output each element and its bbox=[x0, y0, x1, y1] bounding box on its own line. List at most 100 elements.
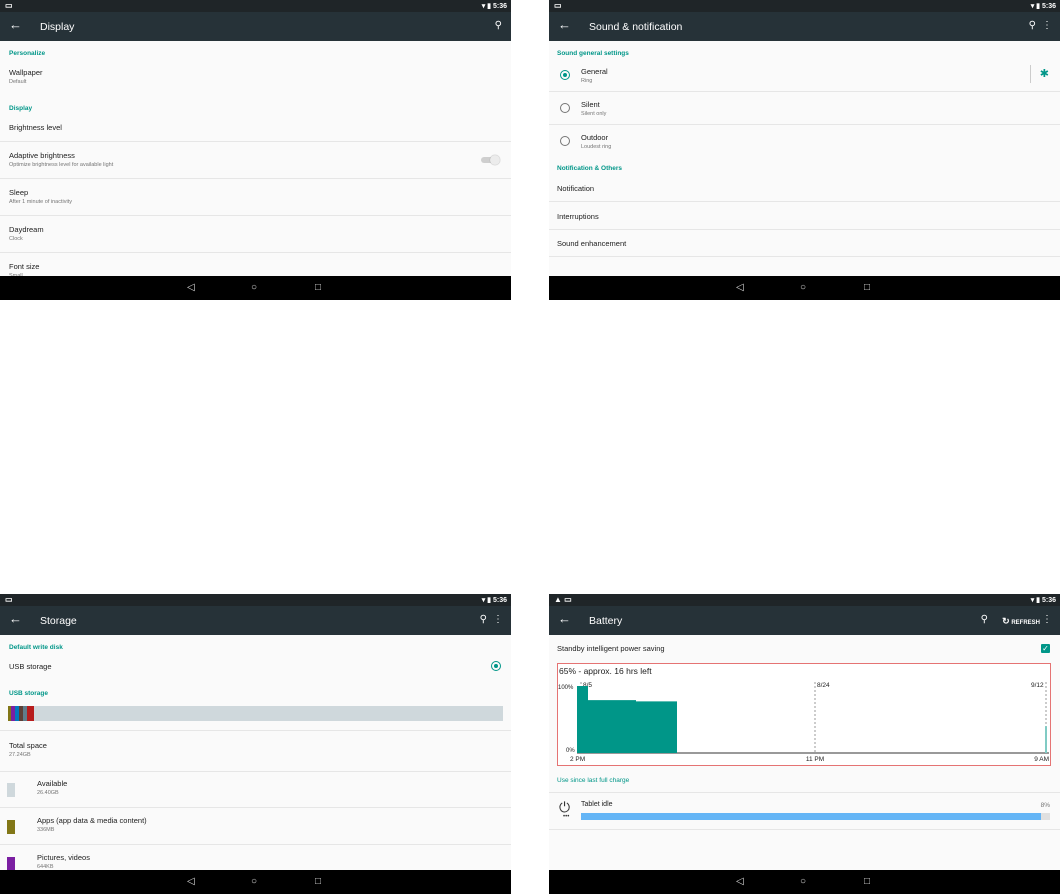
notification-title: Notification bbox=[557, 184, 595, 193]
profile-outdoor-row[interactable]: Outdoor Loudest ring bbox=[549, 125, 1060, 157]
nav-recents-icon[interactable]: □ bbox=[864, 282, 870, 293]
battery-level-tail bbox=[1045, 726, 1047, 753]
nav-home-icon[interactable]: ○ bbox=[251, 282, 257, 293]
navigation-bar: ◁ ○ □ bbox=[549, 276, 1060, 300]
outdoor-radio[interactable] bbox=[560, 136, 570, 146]
page-title: Display bbox=[40, 21, 75, 33]
page-title: Battery bbox=[589, 615, 623, 627]
nav-back-icon[interactable]: ◁ bbox=[736, 282, 744, 293]
refresh-button[interactable]: ↻ REFRESH bbox=[1002, 616, 1040, 627]
status-bar: ▭ ▾ ▮ 5:36 bbox=[0, 0, 511, 12]
search-icon[interactable]: ⚲ bbox=[1029, 20, 1036, 31]
navigation-bar: ◁ ○ □ bbox=[549, 870, 1060, 894]
section-header-default-write-disk: Default write disk bbox=[9, 644, 63, 651]
apps-value: 336MB bbox=[37, 827, 55, 833]
status-right: ▾ ▮ 5:36 bbox=[1031, 596, 1056, 604]
back-arrow-icon[interactable]: ← bbox=[9, 611, 22, 626]
toolbar: ← Battery ⚲ ↻ REFRESH ⋮ bbox=[549, 606, 1060, 635]
available-title: Available bbox=[37, 779, 68, 788]
adaptive-brightness-row[interactable]: Adaptive brightness Optimize brightness … bbox=[0, 142, 511, 179]
nav-home-icon[interactable]: ○ bbox=[251, 876, 257, 887]
section-header-sound-general: Sound general settings bbox=[557, 50, 629, 57]
notification-row[interactable]: Notification bbox=[549, 174, 1060, 202]
available-color-swatch bbox=[7, 783, 15, 797]
tablet-idle-row[interactable]: ⏻ ••• Tablet idle 8% bbox=[549, 793, 1060, 830]
general-radio[interactable] bbox=[560, 70, 570, 80]
more-options-icon[interactable]: ⋮ bbox=[1042, 614, 1052, 625]
standby-power-saving-row[interactable]: Standby intelligent power saving ✓ bbox=[549, 635, 1060, 657]
status-bar: ▲ ▭ ▾ ▮ 5:36 bbox=[549, 594, 1060, 606]
screenshot-icon: ▭ bbox=[5, 595, 13, 604]
nav-back-icon[interactable]: ◁ bbox=[187, 282, 195, 293]
wifi-icon: ▾ bbox=[1030, 3, 1035, 10]
settings-list: Sound general settings General Ring ✱ Si… bbox=[549, 41, 1060, 276]
wifi-icon: ▾ bbox=[481, 3, 486, 10]
usb-storage-write-row[interactable]: USB storage bbox=[0, 653, 511, 681]
pictures-title: Pictures, videos bbox=[37, 853, 90, 862]
profile-silent-row[interactable]: Silent Silent only bbox=[549, 92, 1060, 125]
more-options-icon[interactable]: ⋮ bbox=[1042, 20, 1052, 31]
bar-segment-misc bbox=[27, 706, 34, 721]
divider bbox=[1030, 65, 1031, 83]
nav-recents-icon[interactable]: □ bbox=[315, 876, 321, 887]
wallpaper-title: Wallpaper bbox=[9, 68, 43, 77]
standby-title: Standby intelligent power saving bbox=[557, 644, 665, 653]
status-bar: ▭ ▾ ▮ 5:36 bbox=[549, 0, 1060, 12]
nav-recents-icon[interactable]: □ bbox=[864, 876, 870, 887]
storage-usage-bar bbox=[8, 706, 503, 721]
silent-summary: Silent only bbox=[581, 111, 607, 117]
search-icon[interactable]: ⚲ bbox=[495, 20, 502, 31]
search-icon[interactable]: ⚲ bbox=[981, 614, 988, 625]
interruptions-row[interactable]: Interruptions bbox=[549, 202, 1060, 230]
wifi-icon: ▾ bbox=[481, 597, 486, 604]
nav-back-icon[interactable]: ◁ bbox=[736, 876, 744, 887]
tablet-idle-bar-track bbox=[581, 813, 1050, 820]
font-size-title: Font size bbox=[9, 262, 40, 271]
status-right: ▾ ▮ 5:36 bbox=[482, 2, 507, 10]
display-screen: ▭ ▾ ▮ 5:36 ← Display ⚲ Personalize Wallp… bbox=[0, 0, 511, 300]
battery-icon: ▮ bbox=[487, 3, 492, 10]
x-tick-label: 9 AM bbox=[1034, 756, 1049, 763]
silent-radio[interactable] bbox=[560, 103, 570, 113]
gear-icon[interactable]: ✱ bbox=[1040, 67, 1049, 80]
adaptive-brightness-toggle[interactable] bbox=[481, 155, 500, 165]
sound-enhancement-row[interactable]: Sound enhancement bbox=[549, 230, 1060, 257]
clock: 5:36 bbox=[492, 597, 507, 604]
back-arrow-icon[interactable]: ← bbox=[558, 611, 571, 626]
x-tick-label: 11 PM bbox=[806, 756, 824, 763]
section-header-notification: Notification & Others bbox=[557, 165, 623, 172]
nav-home-icon[interactable]: ○ bbox=[800, 282, 806, 293]
settings-list: Personalize Wallpaper Default Display Br… bbox=[0, 41, 511, 279]
nav-recents-icon[interactable]: □ bbox=[315, 282, 321, 293]
page-title: Storage bbox=[40, 615, 77, 627]
sleep-row[interactable]: Sleep After 1 minute of inactivity bbox=[0, 179, 511, 216]
x-tick-label: 2 PM bbox=[570, 756, 585, 763]
section-header-personalize: Personalize bbox=[9, 50, 46, 57]
refresh-label: REFRESH bbox=[1011, 620, 1040, 626]
daydream-row[interactable]: Daydream Clock bbox=[0, 216, 511, 253]
back-arrow-icon[interactable]: ← bbox=[558, 17, 571, 32]
apps-row[interactable]: Apps (app data & media content) 336MB bbox=[0, 808, 511, 845]
screenshot-icon: ▭ bbox=[5, 1, 13, 10]
wifi-icon: ▾ bbox=[1030, 597, 1035, 604]
usb-storage-radio[interactable] bbox=[491, 661, 501, 671]
more-options-icon[interactable]: ⋮ bbox=[493, 614, 503, 625]
nav-home-icon[interactable]: ○ bbox=[800, 876, 806, 887]
section-header-usb-storage: USB storage bbox=[9, 690, 49, 697]
warning-icon: ▲ ▭ bbox=[554, 595, 572, 604]
pictures-color-swatch bbox=[7, 857, 15, 871]
y-tick-label: 100% bbox=[558, 685, 574, 691]
wallpaper-row[interactable]: Wallpaper Default bbox=[0, 61, 511, 91]
standby-checkbox[interactable]: ✓ bbox=[1041, 644, 1050, 653]
search-icon[interactable]: ⚲ bbox=[480, 614, 487, 625]
sleep-title: Sleep bbox=[9, 188, 29, 197]
battery-history-chart[interactable]: 65% - approx. 16 hrs left 100% 0% 8/5 8/24 9… bbox=[557, 663, 1051, 766]
nav-back-icon[interactable]: ◁ bbox=[187, 876, 195, 887]
available-row[interactable]: Available 26.40GB bbox=[0, 771, 511, 808]
outdoor-title: Outdoor bbox=[581, 133, 609, 142]
refresh-icon: ↻ bbox=[1002, 616, 1010, 626]
battery-chart-svg: 100%0%8/5 8/24 9/122 PM 11 PM 9 AM bbox=[558, 682, 1049, 763]
profile-general-row[interactable]: General Ring ✱ bbox=[549, 59, 1060, 92]
brightness-row[interactable]: Brightness level bbox=[0, 116, 511, 142]
back-arrow-icon[interactable]: ← bbox=[9, 17, 22, 32]
